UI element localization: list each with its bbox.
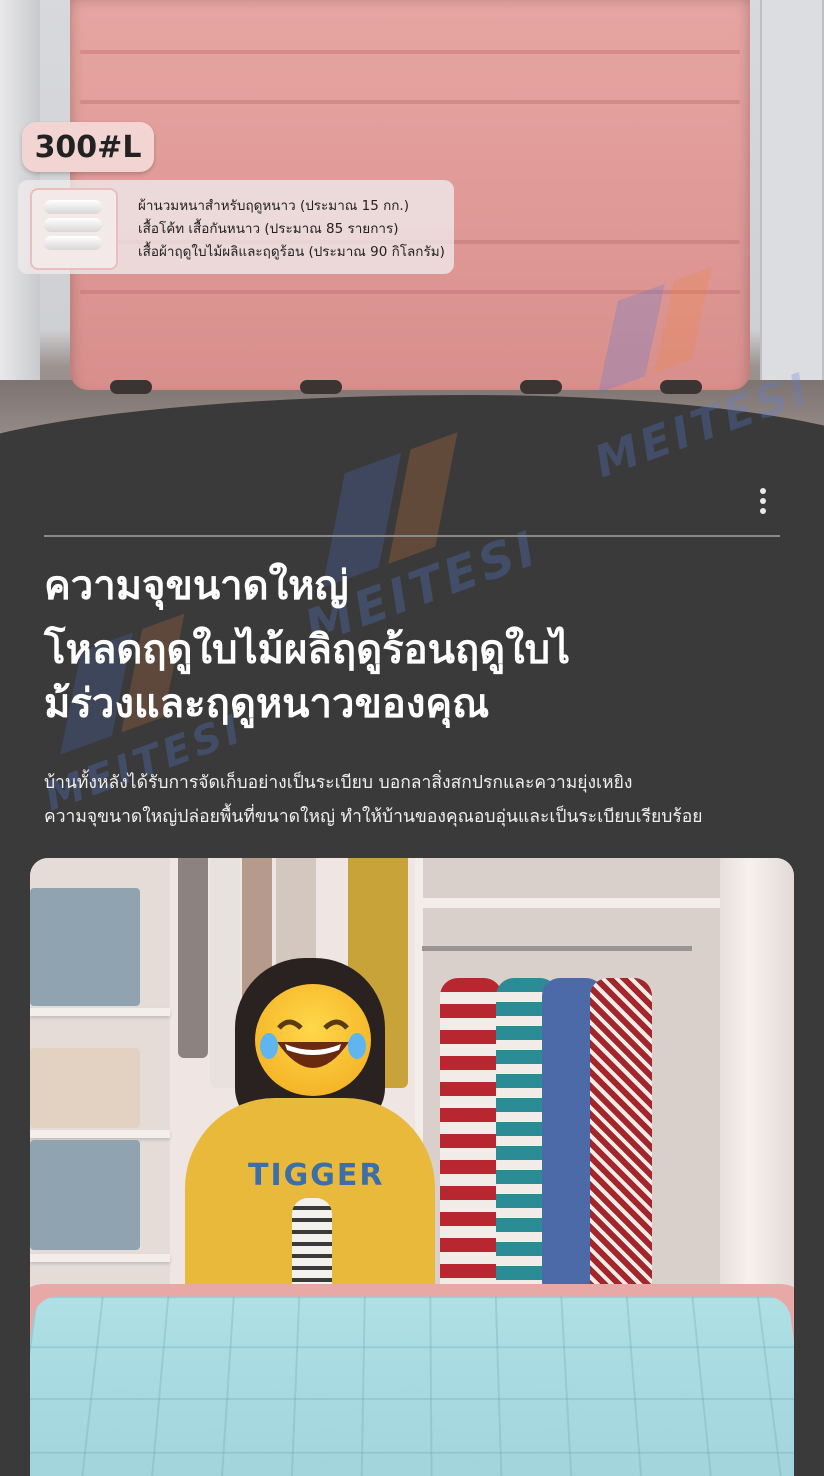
- capacity-line: เสื้อผ้าฤดูใบไม้ผลิและฤดูร้อน (ประมาณ 90…: [138, 244, 445, 260]
- blue-quilt: [30, 1296, 794, 1476]
- sweater-print-text: TIGGER: [248, 1158, 385, 1193]
- wall-panel: [760, 0, 824, 380]
- storage-bin: [30, 1140, 140, 1250]
- hanging-shirt: [440, 978, 502, 1288]
- wheel: [520, 380, 562, 394]
- headline-line: โหลดฤดูใบไม้ผลิฤดูร้อนฤดูใบไ: [44, 627, 571, 673]
- headline-line: ม้ร่วงและฤดูหนาวของคุณ: [44, 681, 490, 727]
- hanging-shirt: [590, 978, 652, 1288]
- headline-line: ความจุขนาดใหญ่: [44, 563, 349, 609]
- hanging-rod: [422, 946, 692, 951]
- page-margin: [794, 858, 824, 1476]
- divider: [44, 535, 780, 537]
- body-text-line: ความจุขนาดใหญ่ปล่อยพื้นที่ขนาดใหญ่ ทำให้…: [44, 807, 703, 827]
- capacity-line: เสื้อโค้ท เสื้อกันหนาว (ประมาณ 85 รายการ…: [138, 221, 399, 237]
- lifestyle-photo: TIGGER: [30, 858, 794, 1476]
- towel-stack-icon: [30, 188, 118, 270]
- capacity-info-card: ผ้านวมหนาสำหรับฤดูหนาว (ประมาณ 15 กก.) เ…: [18, 180, 454, 274]
- capacity-badge: 300#L: [22, 122, 154, 172]
- capacity-line: ผ้านวมหนาสำหรับฤดูหนาว (ประมาณ 15 กก.): [138, 198, 409, 214]
- storage-bin: [30, 888, 140, 1006]
- wheel: [110, 380, 152, 394]
- storage-bin: [30, 1048, 140, 1128]
- laughing-emoji-icon: [255, 984, 371, 1096]
- body-text-line: บ้านทั้งหลังได้รับการจัดเก็บอย่างเป็นระเ…: [44, 773, 633, 793]
- wheel: [300, 380, 342, 394]
- more-options-icon[interactable]: [756, 486, 770, 516]
